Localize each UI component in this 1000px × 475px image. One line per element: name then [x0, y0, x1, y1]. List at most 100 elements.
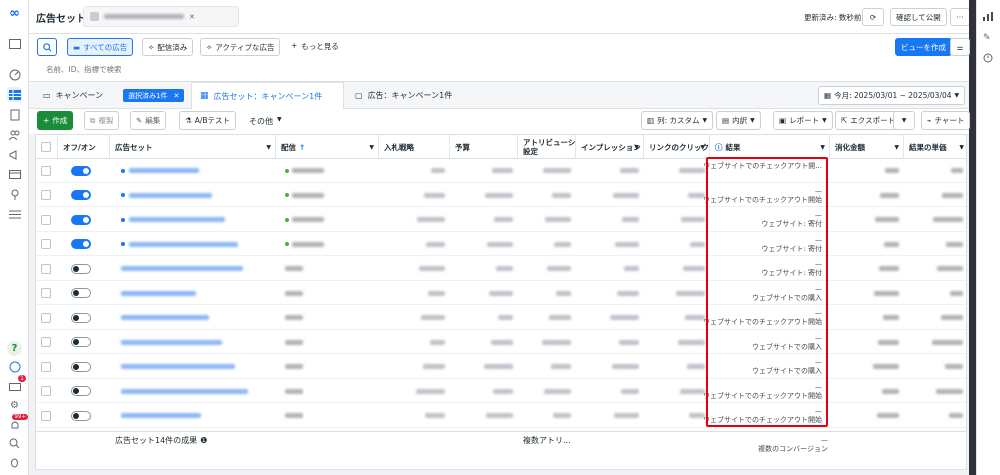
- table-row[interactable]: — ウェブサイトでの購入: [36, 331, 966, 355]
- bug-icon[interactable]: [7, 455, 22, 470]
- history-clock-icon[interactable]: [983, 53, 993, 65]
- dashboard-icon[interactable]: [7, 67, 22, 82]
- delivery-toggle[interactable]: [71, 165, 91, 176]
- table-row[interactable]: — ウェブサイトでのチェックアウト開始: [36, 184, 966, 208]
- reports-button[interactable]: ▣ レポート ▼: [773, 111, 833, 130]
- adset-name-text[interactable]: [129, 217, 225, 223]
- edit-pencil-icon[interactable]: ✎: [983, 33, 991, 43]
- row-checkbox[interactable]: [41, 312, 51, 323]
- table-row[interactable]: — ウェブサイトでの購入: [36, 355, 966, 379]
- chart-button[interactable]: ⌁ チャート: [921, 111, 971, 130]
- adset-name-text[interactable]: [129, 168, 199, 174]
- row-checkbox[interactable]: [41, 165, 51, 176]
- panel-toggle-icon[interactable]: [7, 36, 22, 51]
- export-dropdown-button[interactable]: ▼: [893, 111, 915, 130]
- bell-icon[interactable]: 99+: [7, 414, 28, 433]
- review-publish-button[interactable]: 確認して公開: [890, 8, 947, 26]
- col-results[interactable]: ⓘ 結果 ▼: [710, 135, 830, 159]
- delivery-toggle[interactable]: [71, 337, 91, 348]
- ads-manager-table-icon[interactable]: [7, 87, 22, 102]
- bar-chart-icon[interactable]: [983, 12, 993, 21]
- tab-ad[interactable]: ▢ 広告：キャンペーン1件: [347, 82, 460, 109]
- info-icon[interactable]: ⓘ: [715, 142, 723, 153]
- events-icon[interactable]: [7, 187, 22, 202]
- adset-name-cell[interactable]: [116, 355, 276, 379]
- delivery-toggle[interactable]: [71, 312, 91, 323]
- col-attribution[interactable]: アトリビューション設定: [518, 135, 576, 159]
- adset-name-cell[interactable]: [116, 306, 276, 330]
- adset-name-text[interactable]: [121, 315, 209, 321]
- refresh-button[interactable]: ⟳: [862, 8, 884, 26]
- row-checkbox[interactable]: [41, 361, 51, 372]
- col-spend[interactable]: 消化金額 ▼: [830, 135, 904, 159]
- table-row[interactable]: — ウェブサイト: 寄付: [36, 257, 966, 281]
- create-view-button[interactable]: ビューを作成: [895, 38, 952, 56]
- help-icon[interactable]: ?: [7, 341, 22, 356]
- ab-test-button[interactable]: ⚗ A/Bテスト: [179, 111, 237, 130]
- active-ads-filter[interactable]: ✧ アクティブな広告: [200, 38, 281, 56]
- delivery-toggle[interactable]: [71, 190, 91, 201]
- row-checkbox[interactable]: [41, 386, 51, 397]
- row-checkbox[interactable]: [41, 190, 51, 201]
- table-row[interactable]: — ウェブサイトでのチェックアウト開始: [36, 306, 966, 330]
- adset-name-cell[interactable]: [116, 208, 276, 232]
- adset-name-cell[interactable]: [116, 184, 276, 208]
- row-checkbox[interactable]: [41, 214, 51, 225]
- row-checkbox[interactable]: [41, 288, 51, 299]
- adset-name-cell[interactable]: [116, 159, 276, 183]
- tab-campaign[interactable]: ▭ キャンペーン: [35, 82, 111, 109]
- duplicate-button[interactable]: ⧉ 複製: [84, 111, 120, 130]
- menu-icon[interactable]: [7, 207, 22, 222]
- billing-card-icon[interactable]: [7, 167, 22, 182]
- table-row[interactable]: — ウェブサイトでのチェックアウト開始: [36, 380, 966, 404]
- columns-button[interactable]: ▥ 列: カスタム ▼: [641, 111, 714, 130]
- col-bid-strategy[interactable]: 入札戦略: [379, 135, 450, 159]
- table-row[interactable]: — ウェブサイトでの購入: [36, 282, 966, 306]
- adset-name-text[interactable]: [121, 413, 201, 419]
- table-row[interactable]: — ウェブサイトでのチェックアウト開始: [36, 404, 966, 428]
- delivered-filter[interactable]: ✧ 配信済み: [142, 38, 194, 56]
- briefcase-icon[interactable]: 1: [7, 375, 26, 393]
- table-row[interactable]: — ウェブサイト: 寄付: [36, 233, 966, 256]
- megaphone-icon[interactable]: [7, 147, 22, 162]
- adset-name-text[interactable]: [121, 364, 235, 370]
- adset-name-cell[interactable]: [116, 380, 276, 404]
- col-delivery[interactable]: 配信 ↑ ▼: [276, 135, 379, 159]
- adset-name-cell[interactable]: [116, 404, 276, 428]
- meta-logo-icon[interactable]: ∞: [7, 6, 22, 21]
- delivery-toggle[interactable]: [71, 410, 91, 421]
- adset-name-text[interactable]: [121, 266, 243, 272]
- search-input[interactable]: [46, 62, 546, 77]
- search-icon[interactable]: [7, 436, 22, 451]
- adset-name-text[interactable]: [121, 290, 196, 296]
- info-icon[interactable]: ❶: [200, 436, 207, 445]
- edit-button[interactable]: ✎ 編集: [130, 111, 167, 130]
- see-more-filters[interactable]: + もっと見る: [291, 41, 339, 52]
- selected-badge[interactable]: 選択済み1件 ✕: [123, 89, 185, 102]
- all-ads-filter[interactable]: ▬ すべての広告: [67, 38, 134, 56]
- create-button[interactable]: + 作成: [37, 111, 74, 130]
- select-all-checkbox[interactable]: [41, 142, 51, 152]
- export-button[interactable]: ⇱ エクスポート: [835, 111, 902, 130]
- col-cost-per-result[interactable]: 結果の単価 ▼: [904, 135, 966, 159]
- tab-adset[interactable]: ▦ 広告セット：キャンペーン1件: [191, 82, 344, 109]
- adset-name-cell[interactable]: [116, 331, 276, 355]
- col-link-clicks[interactable]: リンクのクリック ▼: [644, 135, 710, 159]
- adset-name-text[interactable]: [121, 339, 222, 345]
- delivery-toggle[interactable]: [71, 288, 91, 299]
- more-options-button[interactable]: ···: [950, 8, 970, 26]
- breakdown-button[interactable]: ▤ 内訳 ▼: [716, 111, 761, 130]
- row-checkbox[interactable]: [41, 239, 51, 250]
- adset-name-text[interactable]: [129, 192, 212, 198]
- adset-name-cell[interactable]: [116, 282, 276, 306]
- delivery-toggle[interactable]: [71, 361, 91, 372]
- col-onoff[interactable]: オフ/オン: [58, 135, 110, 159]
- adset-name-cell[interactable]: [116, 257, 276, 281]
- page-scrollbar[interactable]: [969, 0, 976, 475]
- chat-icon[interactable]: [7, 359, 22, 374]
- close-tab-icon[interactable]: ✕: [189, 13, 195, 21]
- adset-name-text[interactable]: [129, 241, 238, 247]
- row-checkbox[interactable]: [41, 263, 51, 274]
- search-toggle-button[interactable]: [37, 38, 57, 56]
- clear-selection-icon[interactable]: ✕: [173, 92, 179, 100]
